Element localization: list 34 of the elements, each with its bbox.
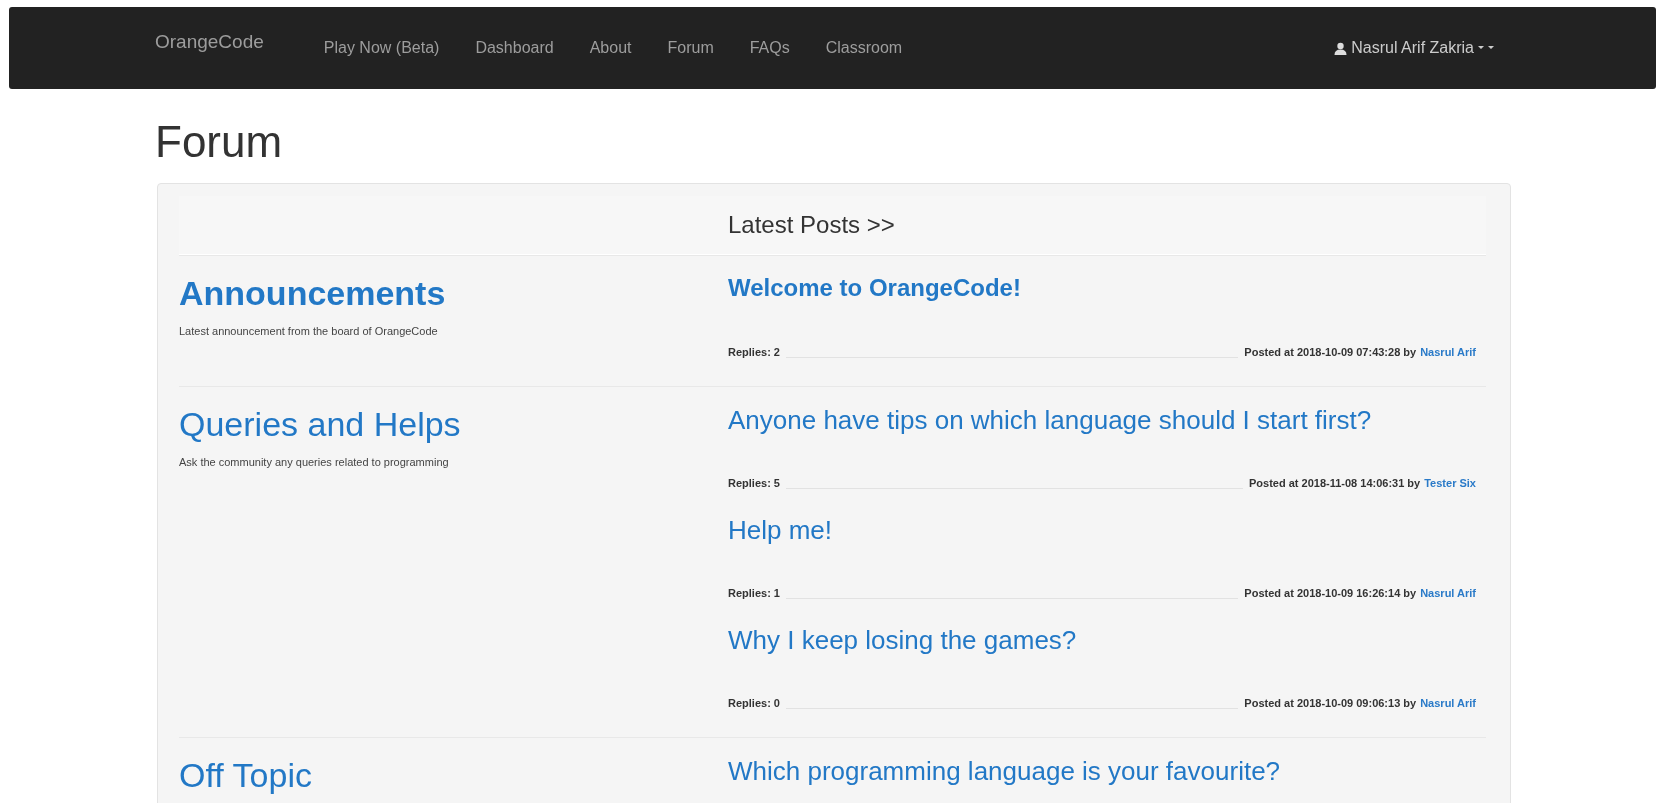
reply-count: Replies: 5 <box>728 477 780 489</box>
post-link[interactable]: Why I keep losing the games? <box>728 625 1476 656</box>
caret-icon <box>1478 45 1494 51</box>
post-date: Posted at 2018-10-09 16:26:14 by <box>1244 587 1417 599</box>
reply-count: Replies: 0 <box>728 697 780 709</box>
nav-link[interactable]: FAQs <box>749 39 790 57</box>
reply-count: Replies: 2 <box>728 346 780 358</box>
post-date: Posted at 2018-11-08 14:06:31 by <box>1249 477 1421 489</box>
reply-count: Replies: 1 <box>728 587 780 599</box>
post-link[interactable]: Help me! <box>728 515 1476 546</box>
nav-link[interactable]: Play Now (Beta) <box>323 39 440 57</box>
category-link[interactable]: Off Topic <box>179 756 312 795</box>
author-link[interactable]: Nasrul Arif <box>1420 587 1476 599</box>
category-link[interactable]: Announcements <box>179 274 446 313</box>
nav-link[interactable]: Classroom <box>825 39 903 57</box>
latest-posts-heading: Latest Posts >> <box>728 211 895 238</box>
user-menu[interactable]: Nasrul Arif Zakria <box>1334 39 1494 57</box>
page-title: Forum <box>155 117 284 167</box>
post-date: Posted at 2018-10-09 09:06:13 by <box>1244 697 1417 709</box>
nav-link[interactable]: About <box>589 39 632 57</box>
author-link[interactable]: Nasrul Arif <box>1420 346 1476 358</box>
category-description: Ask the community any queries related to programming <box>179 456 450 468</box>
category-description: Latest announcement from the board of OrangeCode <box>179 325 439 337</box>
post-link[interactable]: Welcome to OrangeCode! <box>728 274 1476 302</box>
author-link[interactable]: Tester Six <box>1424 477 1476 489</box>
post-link[interactable]: Anyone have tips on which language should I start first? <box>728 405 1476 436</box>
user-icon <box>1334 41 1348 55</box>
category-link[interactable]: Queries and Helps <box>179 405 461 444</box>
nav-link[interactable]: Dashboard <box>475 39 554 57</box>
nav-link[interactable]: Forum <box>667 39 714 57</box>
post-date: Posted at 2018-10-09 07:43:28 by <box>1244 346 1417 358</box>
brand-link[interactable]: OrangeCode <box>155 31 264 53</box>
author-link[interactable]: Nasrul Arif <box>1420 697 1476 709</box>
post-link[interactable]: Which programming language is your favourite? <box>728 756 1476 787</box>
